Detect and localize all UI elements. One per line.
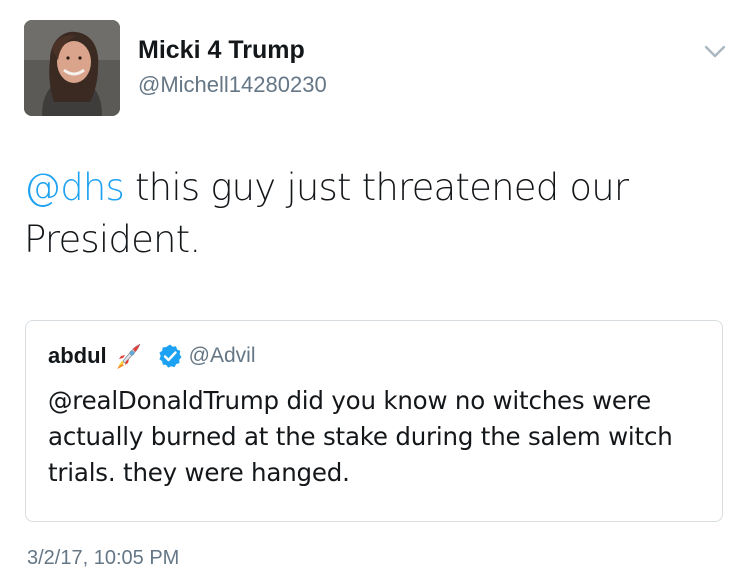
author-avatar[interactable] [24,20,120,116]
quoted-tweet-text: @realDonaldTrump did you know no witches… [48,386,673,487]
author-display-name[interactable]: Micki 4 Trump [138,36,305,65]
mention-link[interactable]: @dhs [24,166,125,209]
chevron-down-icon[interactable] [702,42,728,62]
quoted-tweet-header: abdul @Advil [48,341,256,371]
tweet-text: @dhs this guy just threatened our Presid… [24,162,714,266]
author-handle[interactable]: @Michell14280230 [138,72,327,98]
quoted-author-handle: @Advil [188,344,256,367]
tweet-timestamp[interactable]: 3/2/17, 10:05 PM [27,547,179,570]
profile-photo-icon [24,20,120,116]
quoted-author-name: abdul [48,343,107,368]
verified-badge-icon [159,344,182,368]
rocket-icon [116,343,141,369]
quoted-tweet-card[interactable]: abdul @Advil @realDonaldTrump did you kn… [25,320,723,522]
